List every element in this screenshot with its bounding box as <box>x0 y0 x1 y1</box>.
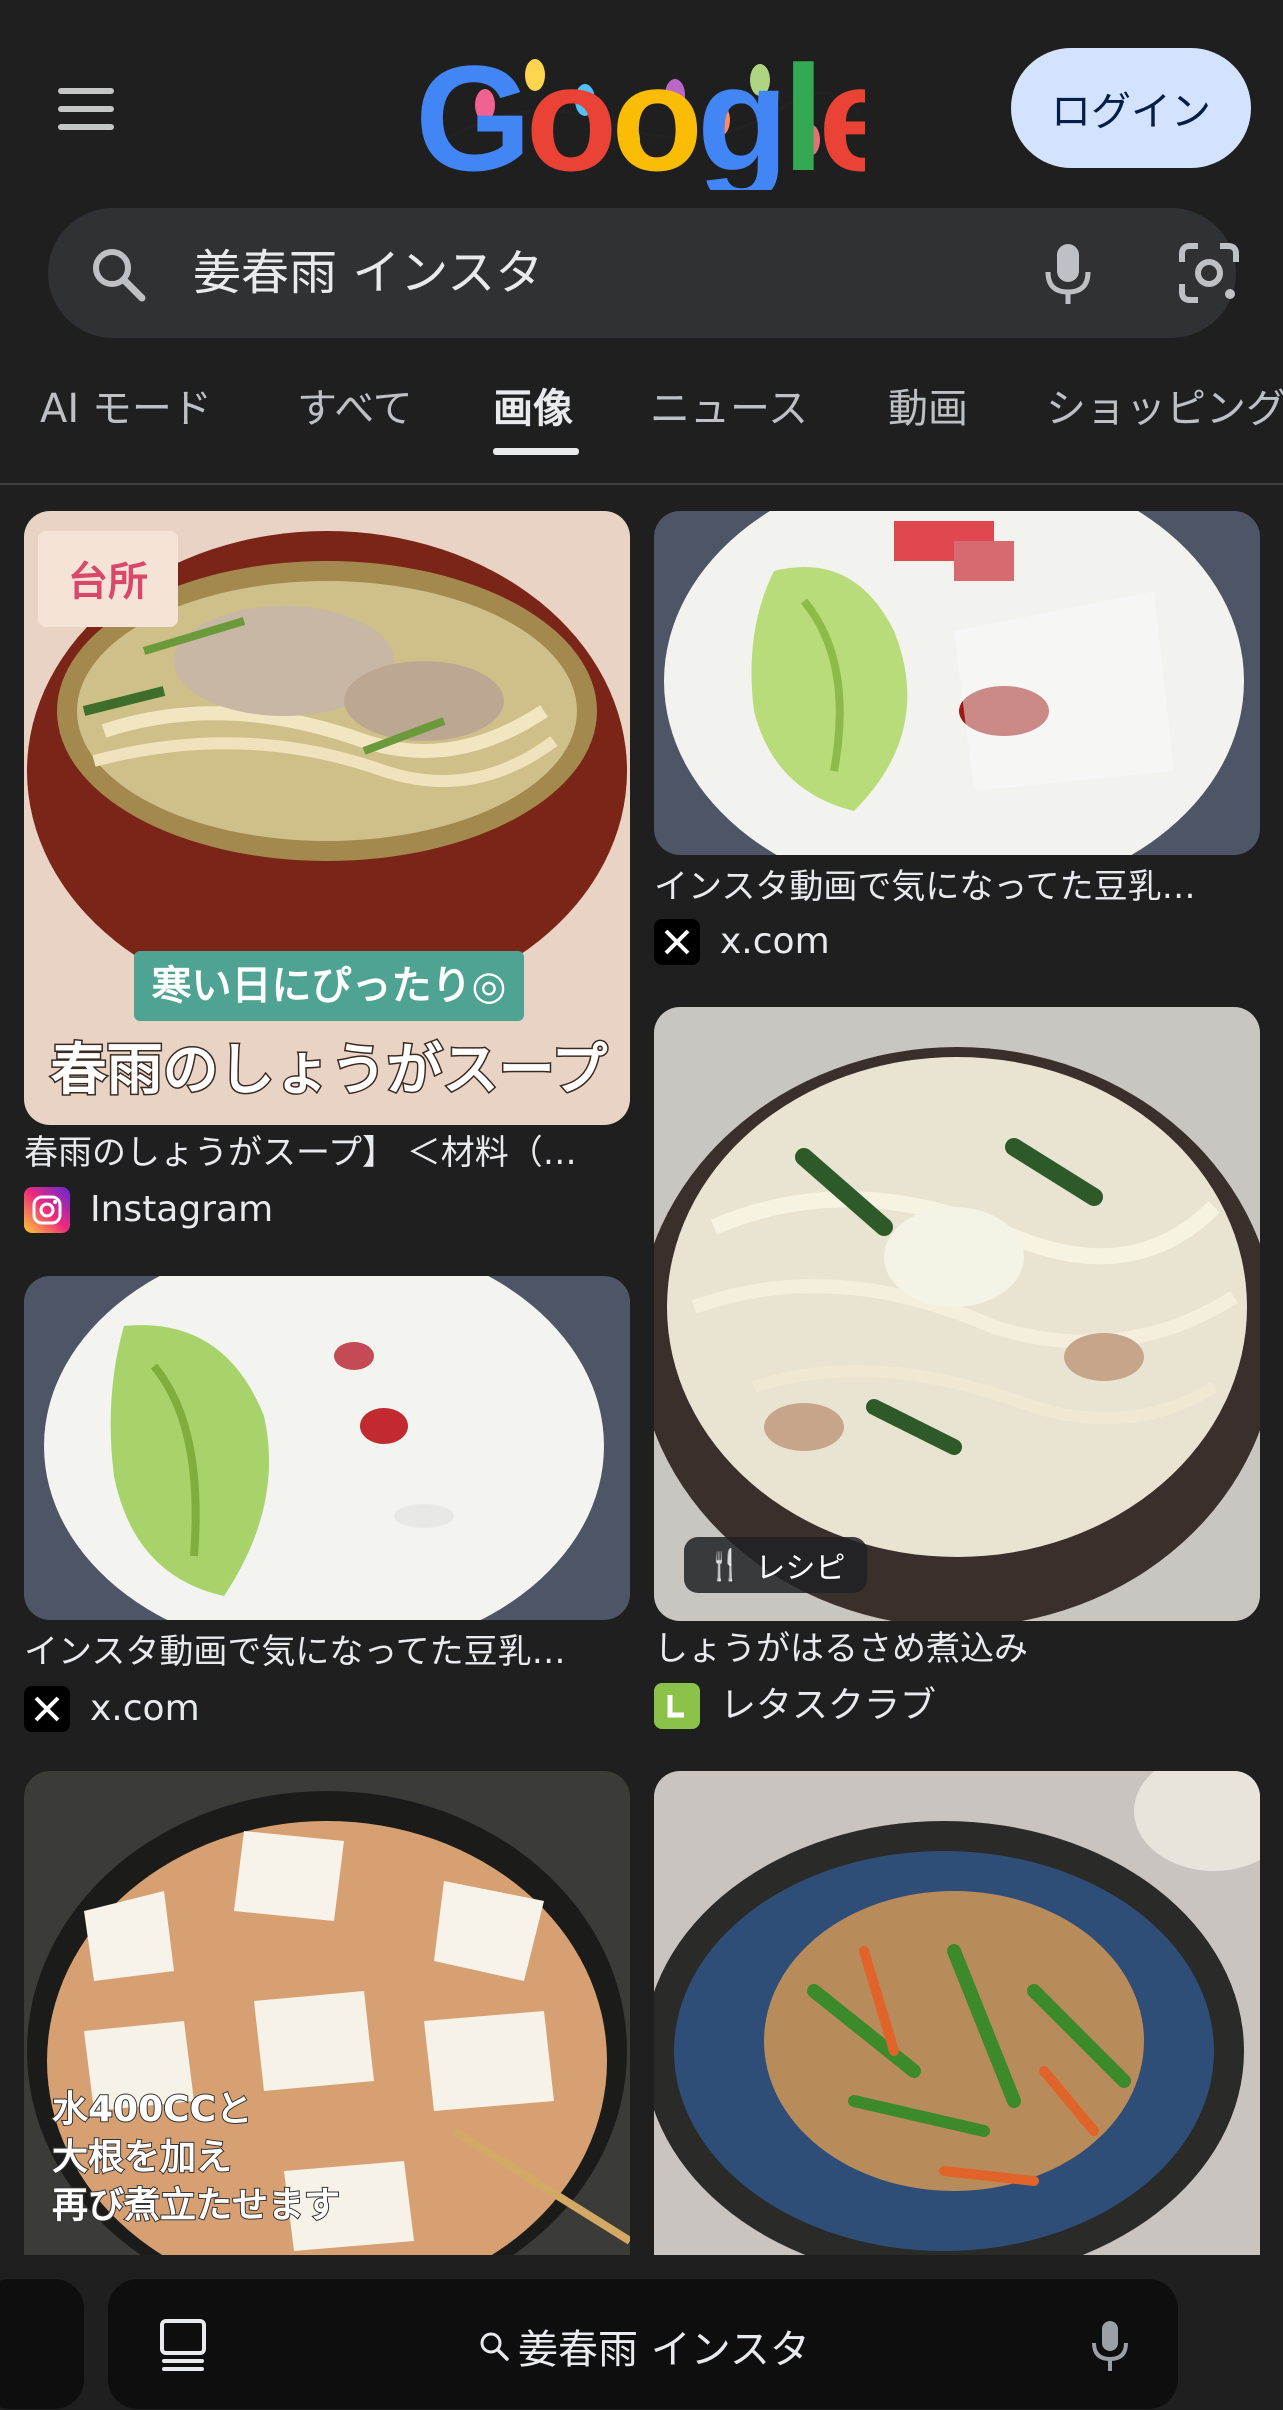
bottom-search-pill[interactable]: 姜春雨 インスタ <box>108 2279 1178 2409</box>
lettuce-club-icon <box>654 1683 700 1729</box>
microphone-icon[interactable] <box>1038 240 1098 306</box>
tab-shopping[interactable]: ショッピング <box>1046 384 1283 434</box>
image-result[interactable]: 寒い日にぴったり◎ 春雨のしょうがスープ 台所 春雨のしょうがスープ】 ＜材料（… <box>24 511 630 1233</box>
result-thumbnail[interactable]: 水400CCと 大根を加え 再び煮立たせます <box>24 1771 630 2255</box>
recipe-badge: 🍴 レシピ <box>684 1537 868 1593</box>
search-icon <box>480 2332 509 2361</box>
search-input[interactable]: 姜春雨 インスタ <box>193 244 543 302</box>
result-title[interactable]: しょうがはるさめ煮込み <box>654 1627 1254 1671</box>
tab-ai-mode[interactable]: AI モード <box>40 384 212 434</box>
tab-all[interactable]: すべて <box>297 384 413 434</box>
result-source[interactable]: Instagram <box>24 1187 273 1233</box>
source-label: Instagram <box>90 1189 274 1230</box>
tab-images[interactable]: 画像 <box>493 384 573 434</box>
microphone-icon[interactable] <box>1088 2319 1132 2373</box>
search-tabs: AI モード すべて 画像 ニュース 動画 ショッピング <box>0 360 1283 460</box>
result-thumbnail[interactable] <box>654 511 1260 855</box>
active-tab-indicator <box>493 448 579 455</box>
result-title[interactable]: インスタ動画で気になってた豆乳… <box>654 865 1254 909</box>
result-source[interactable]: レタスクラブ <box>654 1683 936 1729</box>
google-logo[interactable]: Google <box>415 30 865 190</box>
source-label: レタスクラブ <box>720 1685 937 1726</box>
x-logo-icon <box>654 919 700 965</box>
image-result[interactable] <box>654 1771 1260 2255</box>
bottom-search-bar: 姜春雨 インスタ <box>0 2255 1283 2410</box>
bottom-query-text: 姜春雨 インスタ <box>518 2327 810 2373</box>
result-source[interactable]: x.com <box>654 919 830 965</box>
login-button[interactable]: ログイン <box>1011 48 1251 168</box>
svg-text:水400CCと: 水400CCと <box>52 2089 252 2130</box>
result-thumbnail[interactable] <box>24 1276 630 1620</box>
image-result[interactable]: 🍴 レシピ しょうがはるさめ煮込み レタスクラブ <box>654 1007 1260 1737</box>
recipe-badge-label: レシピ <box>755 1551 846 1586</box>
source-label: x.com <box>720 921 830 962</box>
result-thumbnail[interactable]: 🍴 レシピ <box>654 1007 1260 1621</box>
svg-text:大根を加え: 大根を加え <box>52 2137 232 2178</box>
result-title[interactable]: 春雨のしょうがスープ】 ＜材料（… <box>24 1131 624 1175</box>
divider <box>0 483 1283 485</box>
menu-icon[interactable] <box>58 88 116 132</box>
overlay-caption: 寒い日にぴったり◎ <box>152 963 507 1009</box>
instagram-icon <box>24 1187 70 1233</box>
result-title[interactable]: インスタ動画で気になってた豆乳… <box>24 1630 624 1674</box>
bottom-search-query[interactable]: 姜春雨 インスタ <box>478 2317 810 2375</box>
result-source[interactable]: x.com <box>24 1686 200 1732</box>
previous-tab-button[interactable] <box>0 2279 84 2409</box>
result-thumbnail[interactable]: 寒い日にぴったり◎ 春雨のしょうがスープ 台所 <box>24 511 630 1125</box>
tab-news[interactable]: ニュース <box>650 384 808 434</box>
fork-knife-icon: 🍴 <box>706 1547 744 1583</box>
image-result[interactable]: 水400CCと 大根を加え 再び煮立たせます <box>24 1771 630 2255</box>
svg-text:再び煮立たせます: 再び煮立たせます <box>52 2185 340 2226</box>
result-thumbnail[interactable] <box>654 1771 1260 2255</box>
source-label: x.com <box>90 1688 200 1729</box>
tab-videos[interactable]: 動画 <box>888 384 968 434</box>
x-logo-icon <box>24 1686 70 1732</box>
image-result[interactable]: インスタ動画で気になってた豆乳… x.com <box>654 511 1260 971</box>
tabs-icon[interactable] <box>158 2317 208 2371</box>
svg-text:Google: Google <box>415 34 865 190</box>
overlay-title: 春雨のしょうがスープ <box>51 1038 608 1103</box>
search-bar[interactable]: 姜春雨 インスタ <box>48 208 1239 338</box>
header: Google ログイン <box>0 0 1283 200</box>
svg-text:台所: 台所 <box>68 559 148 605</box>
google-lens-icon[interactable] <box>1176 240 1242 306</box>
search-icon <box>93 249 146 302</box>
image-result[interactable]: インスタ動画で気になってた豆乳… x.com <box>24 1276 630 1736</box>
